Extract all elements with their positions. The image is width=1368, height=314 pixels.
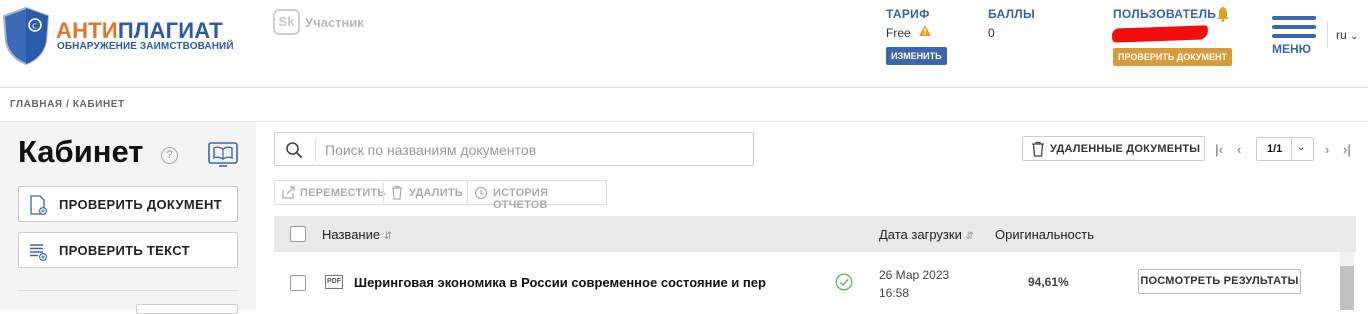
user-label[interactable]: ПОЛЬЗОВАТЕЛЬ <box>1113 7 1216 21</box>
toolbar-separator <box>383 181 384 204</box>
history-icon <box>474 186 488 200</box>
antiplagiat-logo-icon[interactable]: c <box>2 6 50 66</box>
help-icon[interactable]: ? <box>161 147 178 164</box>
page-select[interactable]: 1/1 ⌄ <box>1256 137 1314 161</box>
upload-date-day: 26 Мар 2023 <box>879 268 950 282</box>
column-name-header[interactable]: Название ⇵ <box>322 227 392 242</box>
bell-icon[interactable] <box>1216 6 1230 22</box>
svg-text:c: c <box>32 22 37 32</box>
redacted-username <box>1111 25 1209 43</box>
points-label: БАЛЛЫ <box>988 7 1036 21</box>
document-upload-icon <box>30 195 47 215</box>
search-input[interactable]: Поиск по названиям документов <box>325 142 536 158</box>
skolkovo-icon: Sk <box>273 9 300 35</box>
search-icon[interactable] <box>285 141 303 159</box>
page-value: 1/1 <box>1267 143 1283 155</box>
page-select-divider <box>1291 138 1292 160</box>
move-button[interactable]: ПЕРЕМЕСТИТЬ <box>300 187 386 199</box>
scrollbar-thumb[interactable] <box>1340 266 1354 310</box>
column-date-header[interactable]: Дата загрузки ⇵ <box>879 227 974 242</box>
points-value: 0 <box>988 26 995 40</box>
hamburger-menu-icon[interactable] <box>1272 16 1316 40</box>
upload-date-time: 16:58 <box>879 286 910 300</box>
move-icon <box>282 186 295 199</box>
logo-subtitle: ОБНАРУЖЕНИЕ ЗАИМСТВОВАНИЙ <box>57 41 234 52</box>
column-date-label: Дата загрузки <box>879 227 962 242</box>
report-history-button[interactable]: ИСТОРИЯ ОТЧЕТОВ <box>493 187 606 211</box>
check-text-label: ПРОВЕРИТЬ ТЕКСТ <box>59 243 190 258</box>
chevron-down-icon: ⌄ <box>1350 31 1359 42</box>
menu-button[interactable]: МЕНЮ <box>1272 42 1311 56</box>
warning-icon <box>919 25 931 36</box>
toolbar-separator <box>467 181 468 204</box>
deleted-documents-label: УДАЛЕННЫЕ ДОКУМЕНТЫ <box>1050 143 1201 155</box>
first-page-icon[interactable]: |‹ <box>1215 142 1223 157</box>
column-name-label: Название <box>322 227 381 242</box>
partner-label: Участник <box>305 15 364 30</box>
top-header: c АНТИПЛАГИАТ ОБНАРУЖЕНИЕ ЗАИМСТВОВАНИЙ … <box>0 0 1368 88</box>
tariff-label: ТАРИФ <box>886 7 930 21</box>
language-value: ru <box>1336 28 1347 42</box>
column-originality-header: Оригинальность <box>995 227 1095 242</box>
check-text-button[interactable]: ПРОВЕРИТЬ ТЕКСТ <box>18 232 238 268</box>
tariff-value: Free <box>886 26 911 40</box>
row-checkbox[interactable] <box>290 275 306 291</box>
chevron-down-icon: ⌄ <box>1297 142 1306 153</box>
check-document-label: ПРОВЕРИТЬ ДОКУМЕНТ <box>59 197 222 212</box>
header-check-document-button[interactable]: ПРОВЕРИТЬ ДОКУМЕНТ <box>1113 48 1233 66</box>
sort-icon: ⇵ <box>965 231 974 242</box>
change-tariff-button[interactable]: ИЗМЕНИТЬ <box>886 47 947 65</box>
upload-date: 26 Мар 2023 16:58 <box>879 266 949 302</box>
check-document-button[interactable]: ПРОВЕРИТЬ ДОКУМЕНТ <box>18 186 238 222</box>
document-name-link[interactable]: Шеринговая экономика в России современно… <box>354 275 766 290</box>
pdf-file-icon: PDF <box>325 275 343 289</box>
trash-icon <box>1032 141 1044 157</box>
view-results-button[interactable]: ПОСМОТРЕТЬ РЕЗУЛЬТАТЫ <box>1138 269 1301 294</box>
sidebar-folder-button[interactable] <box>136 304 238 314</box>
originality-value: 94,61% <box>1028 275 1069 289</box>
table-header: Название ⇵ Дата загрузки ⇵ Оригинальност… <box>274 216 1356 252</box>
document-actions-toolbar: ПЕРЕМЕСТИТЬ УДАЛИТЬ ИСТОРИЯ ОТЧЕТОВ <box>274 180 607 211</box>
select-all-checkbox[interactable] <box>290 226 306 242</box>
manual-book-icon[interactable] <box>208 142 238 168</box>
delete-button[interactable]: УДАЛИТЬ <box>409 187 463 199</box>
deleted-documents-button[interactable]: УДАЛЕННЫЕ ДОКУМЕНТЫ <box>1022 136 1205 161</box>
search-divider <box>315 139 316 161</box>
last-page-icon[interactable]: ›| <box>1343 142 1351 157</box>
search-box[interactable]: Поиск по названиям документов <box>274 132 754 166</box>
language-select[interactable]: ru ⌄ <box>1327 22 1358 48</box>
page-title: Кабинет <box>18 134 144 169</box>
sidebar-divider <box>18 290 238 291</box>
check-circle-icon <box>835 273 853 291</box>
sort-icon: ⇵ <box>383 231 393 242</box>
delete-icon <box>392 185 402 200</box>
breadcrumb[interactable]: ГЛАВНАЯ / КАБИНЕТ <box>10 99 125 110</box>
prev-page-icon[interactable]: ‹ <box>1237 142 1241 157</box>
next-page-icon[interactable]: › <box>1325 142 1329 157</box>
text-lines-icon <box>30 244 47 261</box>
